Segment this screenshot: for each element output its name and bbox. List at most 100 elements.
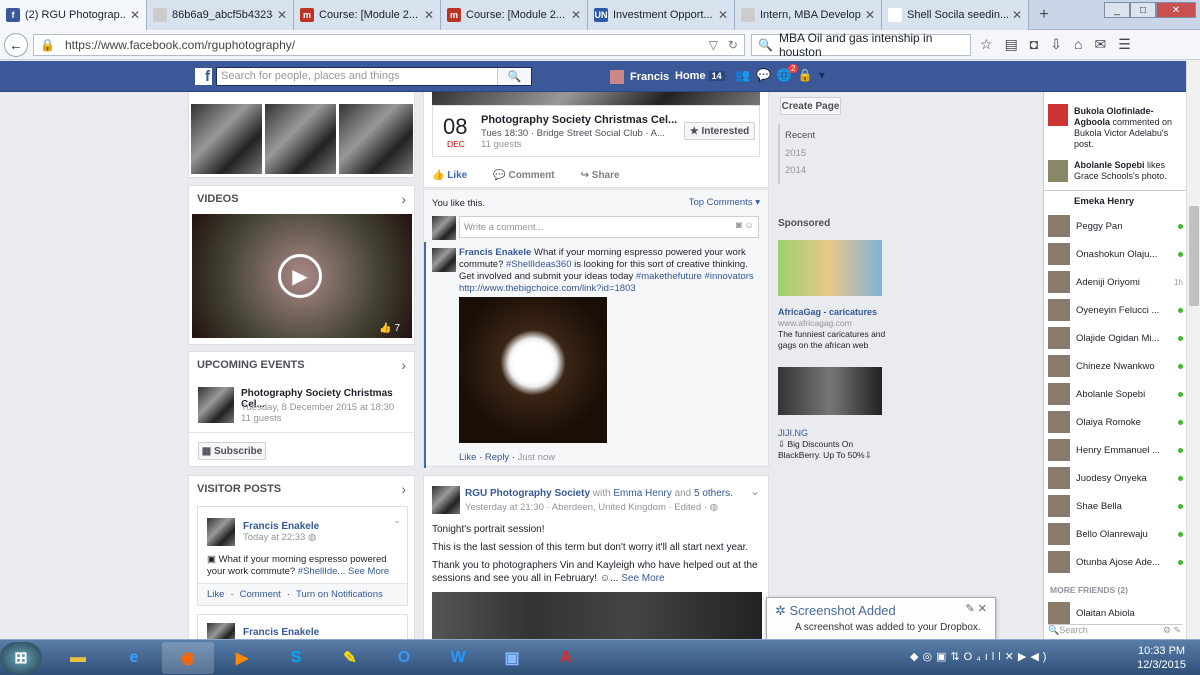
home-icon[interactable]: ⌂ — [1074, 36, 1082, 53]
chat-friend[interactable]: Chineze Nwankwo — [1048, 354, 1183, 378]
comment-hashtags[interactable]: #makethefuture #innovators — [636, 271, 754, 282]
photo-thumbnail[interactable] — [265, 104, 336, 174]
internet-explorer-icon[interactable]: e — [108, 642, 160, 674]
ad-image[interactable] — [778, 240, 882, 296]
profile-link[interactable]: Francis — [610, 70, 669, 84]
subscribe-button[interactable]: ▦ Subscribe — [198, 442, 266, 460]
chat-friend[interactable]: Oyeneyin Felucci ... — [1048, 298, 1183, 322]
chat-friend[interactable]: Onashokun Olaju... — [1048, 242, 1183, 266]
start-button[interactable]: ⊞ — [0, 642, 42, 674]
menu-icon[interactable]: ☰ — [1118, 36, 1131, 53]
bookmarks-list-icon[interactable]: ▤ — [1005, 36, 1018, 53]
scrollbar-thumb[interactable] — [1189, 206, 1199, 306]
tab-close-icon[interactable]: ✕ — [277, 8, 287, 22]
post-hashtag[interactable]: #ShellIde... — [298, 566, 346, 577]
chevron-down-icon[interactable]: ⌄ — [393, 515, 401, 526]
browser-tab[interactable]: Intern, MBA Developm... ✕ — [735, 0, 882, 30]
browser-tab[interactable]: M Shell Socila seedin... ✕ — [882, 0, 1029, 30]
chat-friend[interactable]: Otunba Ajose Ade... — [1048, 550, 1183, 574]
upcoming-events-header[interactable]: UPCOMING EVENTS — [197, 359, 305, 371]
visitor-posts-header[interactable]: VISITOR POSTS — [197, 483, 281, 495]
minimize-button[interactable]: _ — [1104, 2, 1130, 18]
tab-close-icon[interactable]: ✕ — [718, 8, 728, 22]
chat-friend[interactable]: Olajide Ogidan Mi... — [1048, 326, 1183, 350]
chat-friend[interactable]: Olaiya Romoke — [1048, 410, 1183, 434]
friend-requests-icon[interactable]: 👥 — [735, 68, 750, 82]
page-avatar[interactable] — [432, 486, 460, 514]
chevron-right-icon[interactable]: › — [401, 191, 406, 207]
ticker-item[interactable]: Bukola Olofinlade-Agboola commented on B… — [1074, 106, 1184, 150]
firefox-icon[interactable]: ◉ — [162, 642, 214, 674]
camera-emoji-icons[interactable]: ◙ ☺ — [736, 220, 754, 231]
paint-icon[interactable]: ✎ — [324, 642, 376, 674]
post-time[interactable]: Yesterday at 21:30 · Aberdeen, United Ki… — [465, 502, 707, 513]
timeline-year[interactable]: 2014 — [785, 165, 806, 176]
tab-close-icon[interactable]: ✕ — [865, 8, 875, 22]
ad-title[interactable]: JIJI.NG — [778, 428, 808, 438]
post-time[interactable]: Today at 22:33 — [243, 532, 305, 543]
tab-close-icon[interactable]: ✕ — [571, 8, 581, 22]
close-window-button[interactable]: ✕ — [1156, 2, 1196, 18]
interested-button[interactable]: ★ Interested — [684, 122, 755, 140]
post-author[interactable]: Francis Enakele — [243, 521, 319, 532]
page-name[interactable]: RGU Photography Society — [465, 488, 590, 499]
messages-icon[interactable]: 💬 — [756, 68, 771, 82]
tab-close-icon[interactable]: ✕ — [1012, 8, 1022, 22]
ad-url[interactable]: www.africagag.com — [778, 318, 852, 328]
comment-input[interactable]: Write a comment... ◙ ☺ — [459, 216, 759, 238]
event-thumbnail[interactable] — [198, 387, 234, 423]
share-button[interactable]: ↪ Share — [581, 170, 620, 181]
chat-friend[interactable]: Peggy Pan — [1048, 214, 1183, 238]
back-button[interactable]: ← — [4, 32, 28, 57]
chat-friend[interactable]: Juodesy Onyeka — [1048, 466, 1183, 490]
coffee-cup-image[interactable] — [459, 297, 607, 443]
create-page-button[interactable]: Create Page — [780, 97, 841, 115]
ad-title[interactable]: AfricaGag - caricatures — [778, 307, 877, 317]
pocket-icon[interactable]: ◘ — [1030, 36, 1038, 53]
home-link[interactable]: Home 14 — [675, 70, 725, 82]
acrobat-icon[interactable]: A — [540, 642, 592, 674]
comment-hashtag[interactable]: #ShellIdeas360 — [506, 259, 572, 270]
videos-header[interactable]: VIDEOS — [197, 193, 239, 205]
top-comments-dropdown[interactable]: Top Comments ▾ — [689, 197, 760, 208]
chevron-right-icon[interactable]: › — [401, 481, 406, 497]
address-bar[interactable]: 🔒 https://www.facebook.com/rguphotograph… — [33, 34, 745, 56]
privacy-icon[interactable]: 🔒 — [798, 68, 813, 82]
event-title[interactable]: Photography Society Christmas Cel... — [481, 114, 677, 126]
chat-friend[interactable]: Olaitan Abiola — [1048, 601, 1183, 625]
new-tab-button[interactable]: + — [1029, 0, 1059, 29]
maximize-button[interactable]: □ — [1130, 2, 1156, 18]
play-icon[interactable]: ▶ — [278, 254, 322, 298]
chat-settings-icon[interactable]: ⚙ ✎ — [1163, 625, 1181, 636]
facebook-search-input[interactable]: Search for people, places and things 🔍 — [216, 67, 532, 86]
browser-search-box[interactable]: 🔍 MBA Oil and gas intenship in houston — [751, 31, 971, 59]
chat-search-input[interactable]: 🔍Search ⚙ ✎ — [1048, 624, 1183, 638]
avatar[interactable] — [207, 518, 235, 546]
media-player-icon[interactable]: ▶ — [216, 642, 268, 674]
event-cover-photo[interactable] — [432, 92, 760, 105]
like-link[interactable]: Like — [207, 589, 224, 600]
comment-author[interactable]: Francis Enakele — [459, 247, 531, 258]
browser-tab[interactable]: f (2) RGU Photograp... ✕ — [0, 0, 147, 30]
facebook-logo-icon[interactable]: f — [195, 68, 212, 85]
avatar[interactable] — [1048, 104, 1068, 126]
facebook-search-button[interactable]: 🔍 — [497, 68, 531, 85]
chat-header-name[interactable]: Emeka Henry — [1074, 196, 1134, 207]
chevron-right-icon[interactable]: › — [401, 357, 406, 373]
reload-icon[interactable]: ▽ ↻ — [709, 38, 738, 52]
see-more-link[interactable]: See More — [621, 573, 664, 584]
chat-icon[interactable]: ✉ — [1094, 36, 1106, 53]
browser-tab[interactable]: m Course: [Module 2... ✕ — [441, 0, 588, 30]
video-thumbnail[interactable]: ▶ 👍 7 — [192, 214, 412, 338]
tagged-person[interactable]: Emma Henry — [613, 488, 671, 499]
avatar[interactable] — [432, 248, 456, 272]
tab-close-icon[interactable]: ✕ — [424, 8, 434, 22]
avatar[interactable] — [1048, 160, 1068, 182]
comment-link[interactable]: Comment — [240, 589, 281, 600]
file-explorer-icon[interactable]: ▬ — [52, 642, 104, 674]
comment-like-link[interactable]: Like — [459, 452, 476, 463]
word-icon[interactable]: W — [432, 642, 484, 674]
page-scrollbar[interactable] — [1186, 61, 1200, 639]
timeline-year[interactable]: 2015 — [785, 148, 806, 159]
chevron-down-icon[interactable]: ⌄ — [750, 484, 760, 498]
